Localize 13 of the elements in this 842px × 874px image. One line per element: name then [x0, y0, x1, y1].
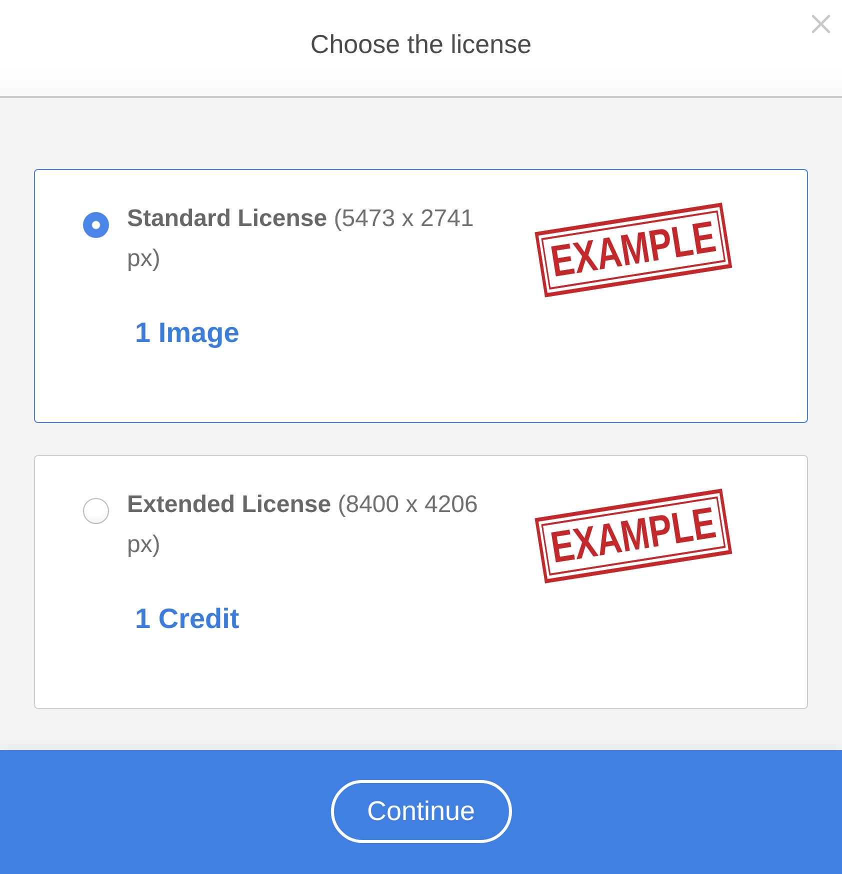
license-label: Standard License (5473 x 2741 px) — [127, 204, 475, 274]
close-icon[interactable] — [812, 15, 830, 33]
radio-button[interactable] — [83, 212, 109, 238]
license-label: Extended License (8400 x 4206 px) — [127, 490, 479, 560]
license-option-card[interactable]: Standard License (5473 x 2741 px) 1 Image EXAMPLE — [34, 169, 808, 423]
dialog-title: Choose the license — [310, 28, 532, 60]
license-option-card[interactable]: Extended License (8400 x 4206 px) 1 Credit EXAMPLE — [34, 455, 808, 709]
continue-button[interactable]: Continue — [330, 780, 512, 842]
license-price: 1 Credit — [135, 602, 240, 636]
example-stamp: EXAMPLE — [535, 488, 732, 584]
example-stamp: EXAMPLE — [535, 202, 732, 298]
radio-button[interactable] — [83, 498, 109, 524]
license-price: 1 Image — [135, 316, 240, 350]
